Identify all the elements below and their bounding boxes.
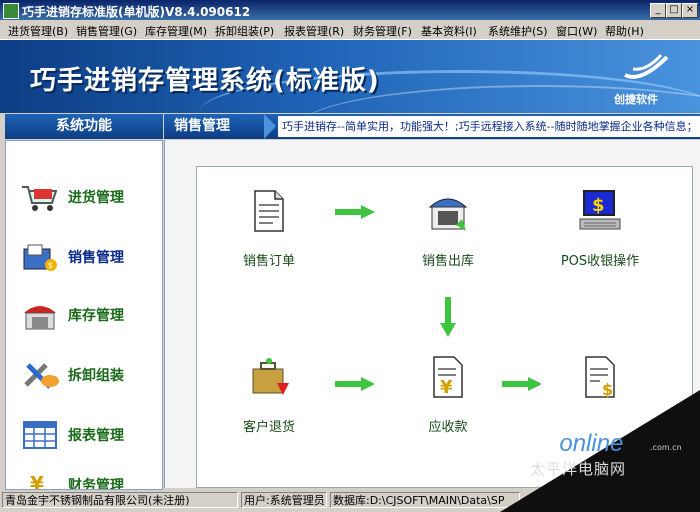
store-icon: [428, 198, 468, 231]
svg-text:¥: ¥: [440, 377, 453, 398]
node-label: 销售出库: [421, 254, 474, 269]
header-banner: 巧手进销存管理系统(标准版) 创捷软件: [0, 40, 700, 113]
node-receivable[interactable]: ¥ 应收款: [393, 355, 503, 435]
watermark: PConline .com.cn 太平洋电脑网: [500, 390, 700, 512]
watermark-cn: 太平洋电脑网: [530, 460, 627, 478]
cart-icon: [22, 186, 58, 211]
sales-icon: $: [23, 244, 57, 271]
header-separator: [264, 114, 276, 139]
status-database: 数据库:D:\CJSOFT\MAIN\Data\SP: [330, 492, 520, 508]
invoice-yen-icon: ¥: [433, 356, 463, 398]
briefcase-return-icon: [252, 358, 289, 395]
sidebar-item-label: 销售管理: [68, 250, 124, 266]
node-label: 应收款: [428, 420, 468, 435]
menu-item-sales[interactable]: 销售管理(G): [76, 23, 137, 39]
svg-text:$: $: [592, 195, 605, 216]
menu-item-assembly[interactable]: 拆卸组装(P): [215, 23, 274, 39]
content-header: 销售管理 巧手进销存--简单实用，功能强大！;巧手远程接入系统--随时随地掌握企…: [164, 114, 700, 139]
close-button[interactable]: ×: [682, 3, 698, 18]
finance-icon: ¥: [30, 472, 44, 490]
pos-terminal-icon: $: [579, 190, 621, 230]
tab-sales: 销售管理: [174, 118, 230, 134]
watermark-domain: .com.cn: [650, 443, 682, 452]
document-icon: [254, 190, 284, 232]
menu-item-finance[interactable]: 财务管理(F): [353, 23, 412, 39]
flow-arrow-right-icon: [502, 377, 542, 391]
sidebar-item-finance[interactable]: ¥ 财务管理: [6, 463, 162, 490]
menu-item-purchase[interactable]: 进货管理(B): [8, 23, 68, 39]
marquee-ticker: 巧手进销存--简单实用，功能强大！;巧手远程接入系统--随时随地掌握企业各种信息…: [278, 116, 700, 137]
sidebar-item-label: 拆卸组装: [68, 368, 124, 384]
node-customer-return[interactable]: 客户退货: [214, 355, 324, 435]
flow-arrow-right-icon: [335, 377, 375, 391]
maximize-button[interactable]: □: [666, 3, 682, 18]
brand-name: 创捷软件: [614, 93, 658, 106]
sidebar-item-purchase[interactable]: 进货管理: [6, 175, 162, 219]
watermark-brand: PConline: [526, 430, 623, 458]
menu-item-inventory[interactable]: 库存管理(M): [145, 23, 207, 39]
svg-text:$: $: [48, 261, 53, 270]
sidebar-item-inventory[interactable]: 库存管理: [6, 293, 162, 337]
watermark-brand-online: online: [559, 430, 624, 457]
warehouse-icon: [24, 306, 56, 330]
menu-item-system[interactable]: 系统维护(S): [488, 23, 548, 39]
sidebar-item-reports[interactable]: 报表管理: [6, 413, 162, 457]
menu-item-window[interactable]: 窗口(W): [556, 23, 597, 39]
app-icon: [3, 3, 19, 19]
node-pos[interactable]: $ POS收银操作: [545, 189, 655, 269]
node-label: 客户退货: [242, 420, 295, 435]
node-sales-out[interactable]: 销售出库: [393, 189, 503, 269]
brand-logo-icon: [624, 54, 669, 79]
table-icon: [23, 421, 57, 449]
sidebar-item-label: 库存管理: [68, 308, 124, 324]
flow-arrow-down-icon: [440, 297, 456, 337]
flow-arrow-right-icon: [335, 205, 375, 219]
sidebar-item-label: 报表管理: [68, 428, 124, 444]
sidebar-item-label: 进货管理: [68, 190, 124, 206]
window-title: 巧手进销存标准版(单机版)V8.4.090612: [22, 5, 251, 19]
menu-bar: 进货管理(B) 销售管理(G) 库存管理(M) 拆卸组装(P) 报表管理(R) …: [0, 20, 700, 40]
sidebar: 进货管理 $ 销售管理 库存管理 拆卸组装 报表管理 ¥ 财务管理: [5, 140, 163, 490]
menu-item-basic-data[interactable]: 基本资料(I): [421, 23, 477, 39]
node-label: POS收银操作: [560, 254, 640, 269]
status-user: 用户:系统管理员: [241, 492, 327, 508]
node-sales-order[interactable]: 销售订单: [214, 189, 324, 269]
app-main-title: 巧手进销存管理系统(标准版): [30, 66, 380, 96]
minimize-button[interactable]: _: [650, 3, 666, 18]
svg-text:¥: ¥: [30, 472, 44, 490]
status-company: 青岛金宇不锈钢制品有限公司(未注册): [2, 492, 238, 508]
title-bar: 巧手进销存标准版(单机版)V8.4.090612 _ □ ×: [0, 0, 700, 20]
watermark-brand-pc: PC: [526, 430, 560, 457]
sidebar-item-sales[interactable]: $ 销售管理: [6, 235, 162, 279]
sidebar-item-label: 财务管理: [68, 478, 124, 490]
tools-icon: [24, 363, 59, 389]
menu-item-help[interactable]: 帮助(H): [605, 23, 644, 39]
node-label: 销售订单: [242, 254, 295, 269]
sidebar-item-assembly[interactable]: 拆卸组装: [6, 353, 162, 397]
sidebar-heading: 系统功能: [5, 114, 163, 139]
menu-item-reports[interactable]: 报表管理(R): [284, 23, 344, 39]
